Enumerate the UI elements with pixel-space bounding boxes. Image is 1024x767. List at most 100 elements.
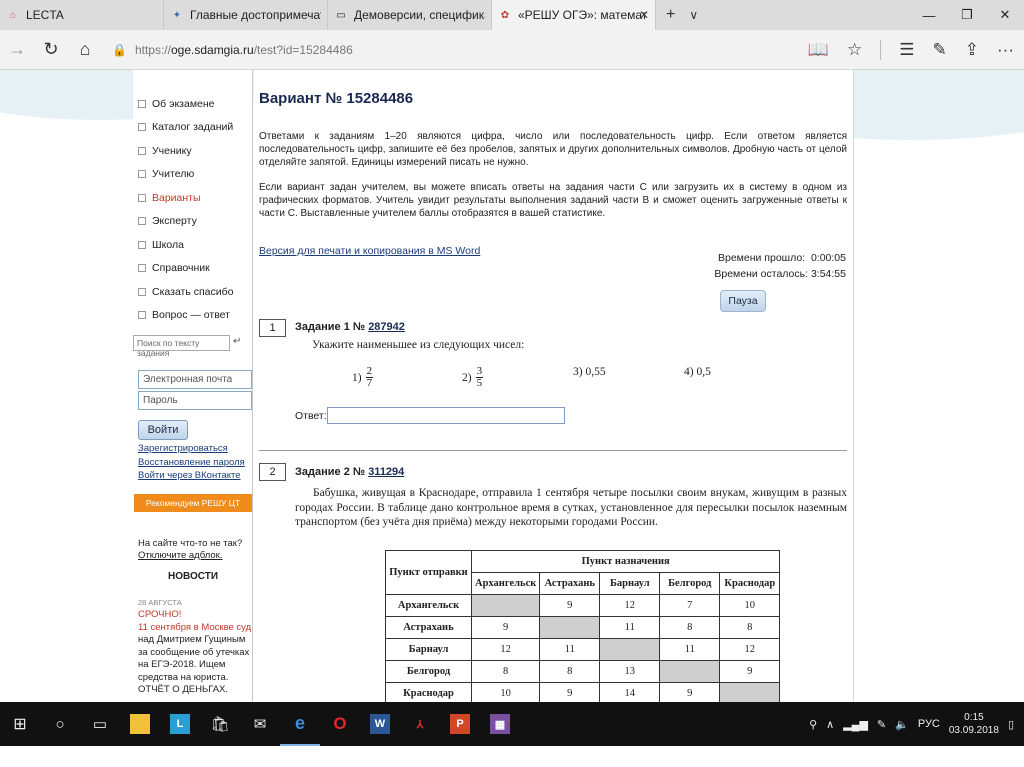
people-icon[interactable]: ⚲ bbox=[809, 718, 817, 731]
fraction: 35 bbox=[475, 365, 484, 389]
word-icon[interactable]: W bbox=[360, 702, 400, 746]
table-row: Белгород 8 8 13 9 bbox=[385, 660, 781, 683]
favorites-hub-icon[interactable]: ☰ bbox=[899, 40, 914, 60]
task-question: Укажите наименьшее из следующих чисел: bbox=[312, 339, 525, 351]
pen-workspace-icon[interactable]: ✎ bbox=[877, 718, 886, 731]
share-icon[interactable]: ⇪ bbox=[965, 40, 979, 60]
bottom-strip bbox=[0, 746, 1024, 767]
notifications-icon[interactable]: ▯ bbox=[1008, 718, 1014, 731]
sidebar-item-variants[interactable]: Варианты bbox=[138, 186, 234, 210]
network-icon[interactable]: ▂▄▆ bbox=[843, 718, 868, 731]
search-input[interactable]: Поиск по тексту задания bbox=[133, 335, 230, 358]
edge-icon[interactable]: e bbox=[280, 702, 320, 746]
search-icon[interactable]: ○ bbox=[40, 702, 80, 746]
tab-demoversions[interactable]: ▭ Демоверсии, спецификац bbox=[328, 0, 492, 30]
table-column-header: Астрахань bbox=[539, 572, 601, 595]
sidebar-item-teacher[interactable]: Учителю bbox=[138, 163, 234, 187]
task-id-link[interactable]: 311294 bbox=[368, 466, 404, 478]
table-column-header: Белгород bbox=[659, 572, 721, 595]
table-row-header: Пункт отправки bbox=[385, 550, 472, 595]
answer-option-4: 4) 0,5 bbox=[684, 366, 711, 378]
pen-icon[interactable]: ✎ bbox=[933, 40, 947, 60]
app-icon[interactable]: ▦ bbox=[480, 702, 520, 746]
table-row: Астрахань 9 11 8 8 bbox=[385, 616, 781, 639]
task-id-link[interactable]: 287942 bbox=[368, 321, 405, 333]
close-tab-icon[interactable]: ✕ bbox=[639, 8, 649, 22]
chevron-up-icon[interactable]: ∧ bbox=[826, 718, 834, 731]
minimize-icon[interactable]: — bbox=[910, 0, 948, 30]
table-column-header: Барнаул bbox=[599, 572, 661, 595]
elapsed-timer: Времени прошло: 0:00:05 bbox=[717, 252, 846, 264]
lecta-app-icon[interactable]: L bbox=[160, 702, 200, 746]
store-icon[interactable]: 🛍 bbox=[200, 702, 240, 746]
instructions-paragraph: Ответами к заданиям 1–20 являются цифра,… bbox=[259, 131, 847, 168]
sidebar-item-reference[interactable]: Справочник bbox=[138, 257, 234, 281]
more-icon[interactable]: ··· bbox=[997, 40, 1014, 60]
adblock-link[interactable]: Отключите адблок. bbox=[138, 550, 242, 562]
task-number-box: 1 bbox=[259, 319, 286, 337]
task-number-box: 2 bbox=[259, 463, 286, 481]
new-tab-icon[interactable]: + bbox=[666, 6, 675, 24]
password-recovery-link[interactable]: Восстановление пароля bbox=[138, 457, 245, 468]
back-icon[interactable]: → bbox=[0, 39, 34, 60]
tab-reshu-oge[interactable]: ✿ «РЕШУ ОГЭ»: математ ✕ bbox=[492, 0, 656, 30]
url-field[interactable]: 🔒 https://oge.sdamgia.ru/test?id=1528448… bbox=[112, 43, 672, 57]
answer-option-3: 3) 0,55 bbox=[573, 366, 606, 378]
teacher-note-paragraph: Если вариант задан учителем, вы можете в… bbox=[259, 182, 847, 219]
browser-tab-bar: ⌂ LECTA ✦ Главные достопримечател ▭ Демо… bbox=[0, 0, 1024, 30]
close-window-icon[interactable]: ✕ bbox=[986, 0, 1024, 30]
language-indicator[interactable]: РУС bbox=[918, 718, 940, 730]
volume-icon[interactable]: 🔈 bbox=[895, 718, 909, 731]
table-column-group: Пункт назначения bbox=[470, 550, 781, 573]
news-date: 28 АВГУСТА bbox=[138, 598, 182, 607]
favorite-star-icon[interactable]: ☆ bbox=[847, 40, 862, 60]
chevron-down-icon[interactable]: ∨ bbox=[689, 8, 698, 22]
home-icon[interactable]: ⌂ bbox=[68, 39, 102, 60]
sidebar-item-thanks[interactable]: Сказать спасибо bbox=[138, 280, 234, 304]
vk-login-link[interactable]: Войти через ВКонтакте bbox=[138, 470, 241, 481]
password-field[interactable]: Пароль bbox=[138, 391, 252, 410]
clock[interactable]: 0:15 03.09.2018 bbox=[949, 711, 999, 737]
start-windows-icon[interactable]: ⊞ bbox=[0, 702, 40, 746]
task-view-icon[interactable]: ▭ bbox=[80, 702, 120, 746]
adblock-notice: На сайте что-то не так? Отключите адблок… bbox=[138, 538, 243, 562]
divider bbox=[259, 450, 847, 451]
sidebar-item-school[interactable]: Школа bbox=[138, 233, 234, 257]
remaining-timer: Времени осталось: 3:54:55 bbox=[714, 268, 846, 280]
reading-view-icon[interactable]: 📖 bbox=[808, 40, 829, 60]
sidebar-item-about-exam[interactable]: Об экзамене bbox=[138, 92, 234, 116]
news-heading: НОВОСТИ bbox=[167, 571, 219, 582]
table-row: Краснодар 10 9 14 9 bbox=[385, 682, 781, 702]
sidebar-menu: Об экзамене Каталог заданий Ученику Учит… bbox=[138, 92, 234, 327]
powerpoint-icon[interactable]: P bbox=[440, 702, 480, 746]
address-bar: → ↻ ⌂ 🔒 https://oge.sdamgia.ru/test?id=1… bbox=[0, 30, 1024, 70]
search-arrow-icon[interactable]: ↵ bbox=[233, 336, 241, 347]
windows-taskbar: ⊞ ○ ▭ L 🛍 ✉ e O W ⅄ P ▦ ⚲ ∧ ▂▄▆ ✎ 🔈 РУС … bbox=[0, 702, 1024, 746]
answer-option-2: 2) 35 bbox=[462, 365, 484, 389]
refresh-icon[interactable]: ↻ bbox=[34, 39, 68, 60]
divider bbox=[880, 40, 882, 60]
register-link[interactable]: Зарегистрироваться bbox=[138, 443, 228, 454]
sidebar-item-expert[interactable]: Эксперту bbox=[138, 210, 234, 234]
sidebar-item-student[interactable]: Ученику bbox=[138, 139, 234, 163]
table-row: Барнаул 12 11 11 12 bbox=[385, 638, 781, 661]
mail-icon[interactable]: ✉ bbox=[240, 702, 280, 746]
fraction: 27 bbox=[365, 365, 374, 389]
answer-input[interactable] bbox=[327, 407, 565, 424]
opera-icon[interactable]: O bbox=[320, 702, 360, 746]
promo-banner[interactable]: Рекомендуем РЕШУ ЦТ bbox=[134, 494, 252, 512]
lecta-icon: ⌂ bbox=[9, 9, 17, 21]
news-item[interactable]: СРОЧНО! 11 сентября в Москве суд над Дми… bbox=[138, 609, 252, 697]
pause-button[interactable]: Пауза bbox=[720, 290, 766, 312]
tab-lecta[interactable]: ⌂ LECTA bbox=[0, 0, 164, 30]
file-explorer-icon[interactable] bbox=[120, 702, 160, 746]
tab-attractions[interactable]: ✦ Главные достопримечател bbox=[164, 0, 328, 30]
sidebar-item-catalog[interactable]: Каталог заданий bbox=[138, 116, 234, 140]
print-version-link[interactable]: Версия для печати и копирования в MS Wor… bbox=[259, 245, 480, 257]
table-column-header: Архангельск bbox=[470, 572, 541, 595]
pdf-reader-icon[interactable]: ⅄ bbox=[400, 702, 440, 746]
sidebar-item-qa[interactable]: Вопрос — ответ bbox=[138, 304, 234, 328]
email-field[interactable]: Электронная почта bbox=[138, 370, 252, 389]
login-button[interactable]: Войти bbox=[138, 420, 188, 440]
restore-icon[interactable]: ❐ bbox=[948, 0, 986, 30]
